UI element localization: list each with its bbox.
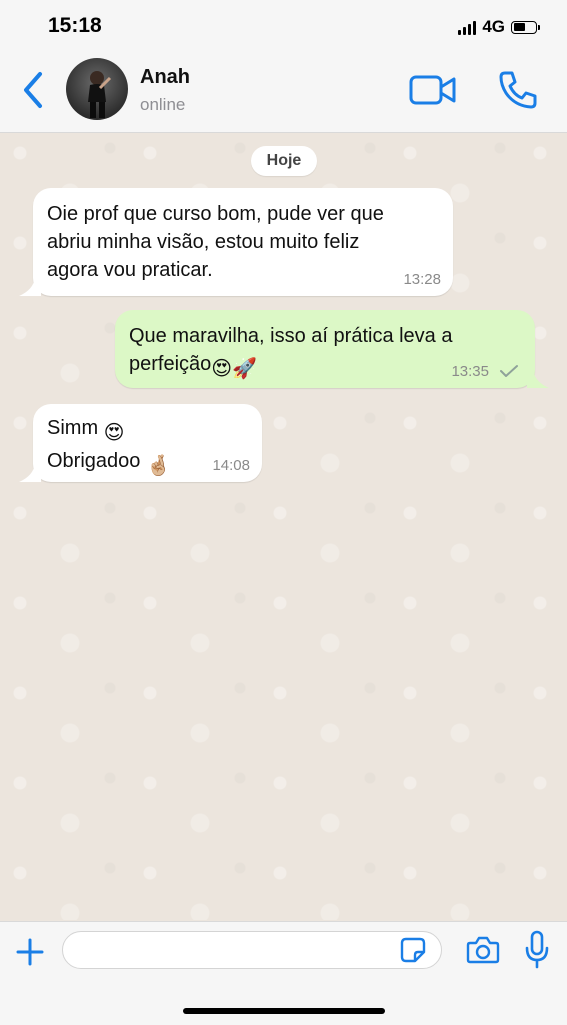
bubble-tail [527, 370, 549, 388]
chat-area[interactable]: Hoje Oie prof que curso bom, pude ver qu… [0, 133, 567, 920]
avatar[interactable] [66, 58, 128, 120]
read-check-icon [500, 365, 518, 377]
message-text: Que maravilha, isso aí prática leva a pe… [129, 325, 453, 375]
network-type: 4G [482, 17, 505, 36]
status-bar: 15:18 4G [0, 0, 567, 54]
microphone-icon[interactable] [524, 930, 550, 970]
signal-icon [458, 19, 477, 35]
message-text: Oie prof que curso bom, pude ver que abr… [47, 203, 384, 281]
date-label: Hoje [251, 146, 317, 176]
contact-name[interactable]: Anah [140, 66, 190, 89]
heart-eyes-emoji: 😍 [103, 422, 125, 444]
message-outgoing[interactable]: Que maravilha, isso aí prática leva a pe… [115, 310, 549, 388]
back-icon[interactable] [18, 70, 48, 110]
message-input[interactable] [62, 931, 442, 969]
rocket-emoji: 🚀 [232, 358, 258, 380]
message-composer [0, 921, 567, 1025]
message-incoming[interactable]: Simm 😍 Obrigadoo 🤞🏼 14:08 [19, 404, 262, 482]
phone-icon[interactable] [496, 68, 540, 112]
video-call-icon[interactable] [408, 72, 458, 108]
bubble-tail [19, 278, 41, 296]
message-time: 13:35 [451, 363, 489, 380]
message-text: Simm [47, 417, 99, 439]
message-time: 13:28 [403, 271, 441, 288]
crossed-fingers-emoji: 🤞🏼 [145, 455, 171, 477]
home-indicator [183, 1008, 385, 1014]
status-indicators: 4G [458, 16, 540, 38]
battery-icon [511, 20, 540, 34]
message-incoming[interactable]: Oie prof que curso bom, pude ver que abr… [19, 188, 453, 296]
plus-icon[interactable] [14, 936, 46, 968]
message-time: 14:08 [212, 457, 250, 474]
message-text: Obrigadoo [47, 450, 141, 472]
camera-icon[interactable] [466, 935, 500, 965]
chat-header: Anah online [0, 54, 567, 133]
contact-status: online [140, 95, 186, 114]
heart-eyes-emoji: 😍 [211, 358, 233, 380]
bubble-tail [19, 464, 41, 482]
sticker-icon[interactable] [400, 937, 426, 963]
status-time: 15:18 [48, 14, 102, 37]
